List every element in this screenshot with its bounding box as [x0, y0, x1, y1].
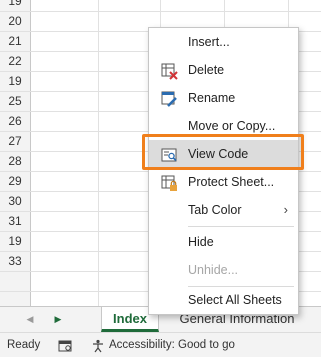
row-header[interactable]: 33	[0, 252, 31, 271]
menu-item-label: Unhide...	[188, 263, 239, 277]
menu-item-tab-color[interactable]: Tab Color ›	[149, 196, 298, 224]
menu-item-delete[interactable]: Delete	[149, 56, 298, 84]
row-header[interactable]: 29	[0, 172, 31, 191]
scroll-tabs-left-icon[interactable]: ◀	[22, 311, 38, 327]
row-header[interactable]: 20	[0, 12, 31, 31]
menu-item-label: Delete	[188, 63, 225, 77]
chevron-right-icon: ›	[283, 202, 288, 217]
macro-recording-icon[interactable]	[58, 338, 72, 357]
accessibility-icon[interactable]	[90, 338, 106, 357]
status-bar: Ready Accessibility: Good to go	[0, 332, 321, 357]
menu-item-label: Insert...	[188, 35, 230, 49]
row-header[interactable]	[0, 272, 31, 291]
sheet-tab-context-menu: Insert... Delete Rename Move or Copy...	[148, 27, 299, 315]
menu-item-protect-sheet[interactable]: Protect Sheet...	[149, 168, 298, 196]
row-header[interactable]: 30	[0, 192, 31, 211]
menu-item-label: Rename	[188, 91, 236, 105]
accessibility-status[interactable]: Accessibility: Good to go	[109, 333, 235, 357]
menu-item-unhide: Unhide...	[149, 256, 298, 284]
menu-separator	[188, 226, 294, 227]
scroll-tabs-right-icon[interactable]: ▶	[50, 311, 66, 327]
menu-item-label: Tab Color	[188, 203, 242, 217]
menu-item-select-all-sheets[interactable]: Select All Sheets	[149, 286, 298, 314]
menu-item-hide[interactable]: Hide	[149, 228, 298, 256]
protect-sheet-icon	[161, 174, 178, 191]
row-header[interactable]: 19	[0, 0, 31, 11]
menu-item-insert[interactable]: Insert...	[149, 28, 298, 56]
row-header[interactable]: 28	[0, 152, 31, 171]
menu-item-rename[interactable]: Rename	[149, 84, 298, 112]
delete-sheet-icon	[161, 62, 178, 80]
row-header[interactable]: 31	[0, 212, 31, 231]
row-header[interactable]: 19	[0, 232, 31, 251]
row-header[interactable]: 22	[0, 52, 31, 71]
menu-item-label: Select All Sheets	[188, 293, 282, 307]
menu-item-label: Protect Sheet...	[188, 175, 275, 189]
row-header[interactable]: 27	[0, 132, 31, 151]
grid-row[interactable]: 19	[0, 0, 321, 12]
rename-sheet-icon	[161, 90, 178, 107]
row-header[interactable]: 25	[0, 92, 31, 111]
status-ready: Ready	[7, 339, 41, 351]
row-header[interactable]: 19	[0, 72, 31, 91]
row-header[interactable]: 21	[0, 32, 31, 51]
menu-item-label: Hide	[188, 235, 214, 249]
row-header[interactable]: 26	[0, 112, 31, 131]
view-code-highlight-box	[142, 134, 304, 170]
